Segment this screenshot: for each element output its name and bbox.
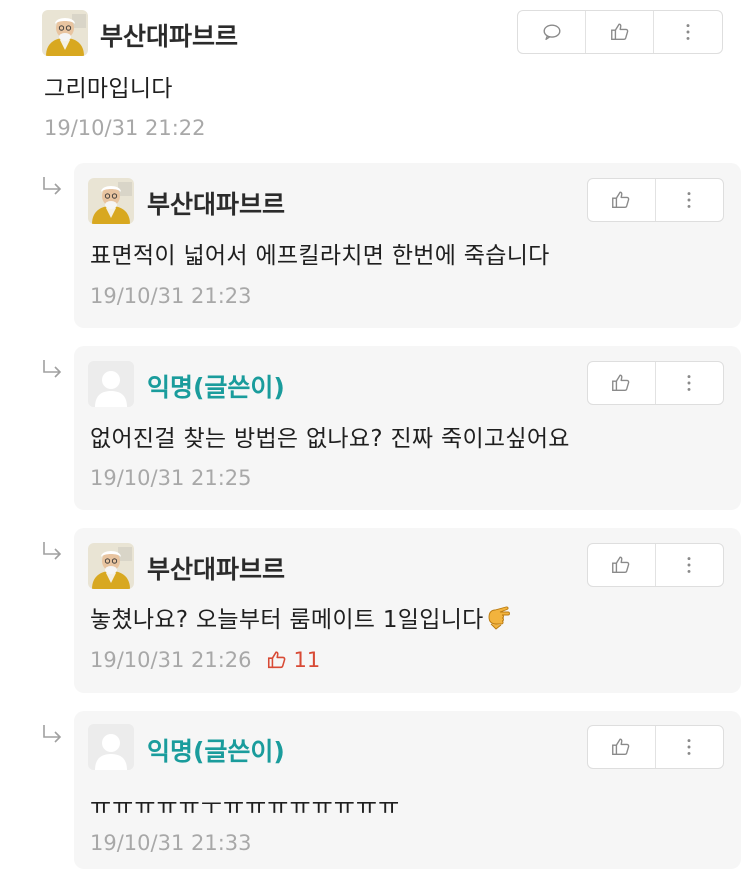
like-count: 11 bbox=[266, 648, 321, 672]
timestamp-text: 19/10/31 21:23 bbox=[90, 284, 252, 308]
comment-text: 그리마입니다 bbox=[44, 76, 173, 102]
timestamp-text: 19/10/31 21:22 bbox=[44, 116, 206, 140]
comment-item: 부산대파브르 그리마입니다 19/10/31 21:22 bbox=[0, 0, 755, 160]
reply-timestamp: 19/10/31 21:33 bbox=[90, 831, 252, 855]
vertical-dots-icon bbox=[678, 189, 700, 211]
vertical-dots-icon bbox=[677, 21, 699, 43]
reply-arrow-icon bbox=[40, 175, 64, 199]
thumbs-up-icon bbox=[610, 554, 632, 576]
reply-item: 익명(글쓴이) 없어진걸 찾는 방법은 없나요? 진짜 죽이고싶어요 19/10… bbox=[74, 346, 741, 510]
reply-item: 부산대파브르 표면적이 넓어서 에프킬라치면 한번에 죽습니다 19/10/31… bbox=[74, 163, 741, 328]
more-button[interactable] bbox=[656, 544, 724, 586]
speech-bubble-icon bbox=[541, 21, 563, 43]
timestamp-text: 19/10/31 21:33 bbox=[90, 831, 252, 855]
reply-timestamp: 19/10/31 21:25 bbox=[90, 466, 252, 490]
vertical-dots-icon bbox=[678, 736, 700, 758]
like-count-value: 11 bbox=[293, 648, 321, 672]
reply-author[interactable]: 익명(글쓴이) bbox=[147, 368, 285, 404]
like-button[interactable] bbox=[588, 544, 656, 586]
like-button[interactable] bbox=[588, 726, 656, 768]
thumbs-up-icon bbox=[610, 736, 632, 758]
reply-item: 익명(글쓴이) ㅠㅠㅠㅠㅠㅜㅠㅠㅠㅠㅠㅠㅠㅠ 19/10/31 21:33 bbox=[74, 711, 741, 869]
reply-actions bbox=[587, 725, 724, 769]
reply-text: 없어진걸 찾는 방법은 없나요? 진짜 죽이고싶어요 bbox=[90, 426, 570, 452]
reply-text: ㅠㅠㅠㅠㅠㅜㅠㅠㅠㅠㅠㅠㅠㅠ bbox=[90, 794, 401, 820]
reply-actions bbox=[587, 361, 724, 405]
avatar[interactable] bbox=[42, 10, 88, 56]
reply-arrow-icon bbox=[40, 358, 64, 382]
avatar[interactable] bbox=[88, 724, 134, 770]
like-button[interactable] bbox=[588, 179, 656, 221]
vertical-dots-icon bbox=[678, 372, 700, 394]
reply-button[interactable] bbox=[518, 11, 586, 53]
reply-timestamp: 19/10/31 21:26 11 bbox=[90, 648, 320, 672]
thumbs-up-icon bbox=[610, 372, 632, 394]
thumbs-up-icon bbox=[610, 189, 632, 211]
reply-item: 부산대파브르 놓쳤나요? 오늘부터 룸메이트 1일입니다 19/10/31 21… bbox=[74, 528, 741, 693]
vertical-dots-icon bbox=[678, 554, 700, 576]
reply-text: 놓쳤나요? 오늘부터 룸메이트 1일입니다 bbox=[90, 600, 514, 634]
reply-author[interactable]: 부산대파브르 bbox=[147, 185, 285, 221]
reply-author[interactable]: 부산대파브르 bbox=[147, 550, 285, 586]
thumbs-up-icon bbox=[266, 649, 288, 671]
like-button[interactable] bbox=[588, 362, 656, 404]
comment-timestamp: 19/10/31 21:22 bbox=[44, 116, 206, 140]
comment-actions bbox=[517, 10, 723, 54]
timestamp-text: 19/10/31 21:25 bbox=[90, 466, 252, 490]
avatar[interactable] bbox=[88, 361, 134, 407]
more-button[interactable] bbox=[654, 11, 722, 53]
reply-text-content: 놓쳤나요? 오늘부터 룸메이트 1일입니다 bbox=[90, 607, 484, 633]
avatar[interactable] bbox=[88, 178, 134, 224]
thumbs-up-icon bbox=[609, 21, 631, 43]
reply-actions bbox=[587, 543, 724, 587]
reply-author[interactable]: 익명(글쓴이) bbox=[147, 732, 285, 768]
more-button[interactable] bbox=[656, 726, 724, 768]
like-button[interactable] bbox=[586, 11, 654, 53]
reply-arrow-icon bbox=[40, 540, 64, 564]
comment-author[interactable]: 부산대파브르 bbox=[100, 17, 238, 53]
more-button[interactable] bbox=[656, 179, 724, 221]
reply-arrow-icon bbox=[40, 723, 64, 747]
pointing-hand-emoji bbox=[486, 603, 514, 633]
avatar[interactable] bbox=[88, 543, 134, 589]
timestamp-text: 19/10/31 21:26 bbox=[90, 648, 252, 672]
reply-text: 표면적이 넓어서 에프킬라치면 한번에 죽습니다 bbox=[90, 243, 550, 269]
reply-actions bbox=[587, 178, 724, 222]
more-button[interactable] bbox=[656, 362, 724, 404]
reply-timestamp: 19/10/31 21:23 bbox=[90, 284, 252, 308]
